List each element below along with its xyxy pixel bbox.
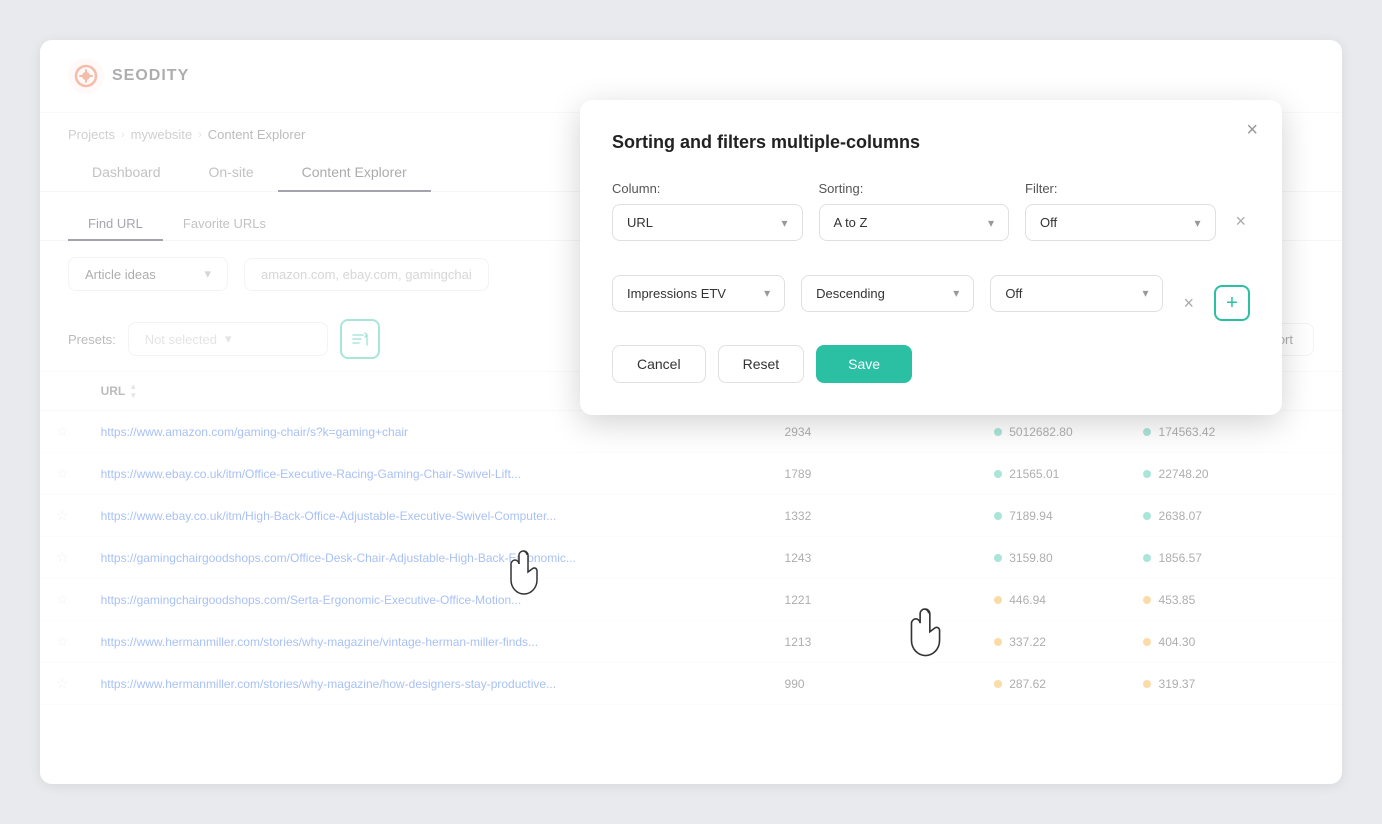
row2-column-value: Impressions ETV	[627, 286, 726, 301]
row2-sorting-dropdown[interactable]: Descending ▾	[801, 275, 974, 312]
modal-close-button[interactable]: ×	[1246, 120, 1258, 140]
row2-filter-dropdown[interactable]: Off ▾	[990, 275, 1163, 312]
sort-filter-modal: × Sorting and filters multiple-columns C…	[580, 100, 1282, 415]
row1-column-dropdown[interactable]: URL ▾	[612, 204, 803, 241]
row1-column-value: URL	[627, 215, 653, 230]
row2-delete-button[interactable]: ×	[1179, 289, 1198, 318]
row1-filter-value: Off	[1040, 215, 1057, 230]
row1-sorting-label: Sorting:	[819, 181, 1010, 196]
row1-filter-dropdown[interactable]: Off ▾	[1025, 204, 1216, 241]
row1-column-label: Column:	[612, 181, 803, 196]
row2-filter-chevron-icon: ▾	[1142, 286, 1148, 300]
add-filter-row-button[interactable]: +	[1214, 285, 1250, 321]
filter-row-1: Column: URL ▾ Sorting: A to Z ▾ Filter:	[612, 181, 1250, 241]
cancel-button[interactable]: Cancel	[612, 345, 706, 383]
save-button[interactable]: Save	[816, 345, 912, 383]
row1-filter-chevron-icon: ▾	[1194, 216, 1200, 230]
row2-filter-value: Off	[1005, 286, 1022, 301]
row1-sorting-value: A to Z	[834, 215, 868, 230]
reset-button[interactable]: Reset	[718, 345, 805, 383]
row2-column-dropdown[interactable]: Impressions ETV ▾	[612, 275, 785, 312]
filter-row-2: Impressions ETV ▾ Descending ▾ Off ▾	[612, 265, 1250, 321]
row1-delete-button[interactable]: ×	[1232, 207, 1251, 236]
modal-actions: Cancel Reset Save	[612, 345, 1250, 383]
row2-sorting-chevron-icon: ▾	[953, 286, 959, 300]
row1-sorting-dropdown[interactable]: A to Z ▾	[819, 204, 1010, 241]
row2-column-chevron-icon: ▾	[764, 286, 770, 300]
modal-title: Sorting and filters multiple-columns	[612, 132, 1250, 153]
row1-column-chevron-icon: ▾	[781, 216, 787, 230]
row1-sorting-chevron-icon: ▾	[988, 216, 994, 230]
row1-filter-label: Filter:	[1025, 181, 1216, 196]
row2-sorting-value: Descending	[816, 286, 885, 301]
